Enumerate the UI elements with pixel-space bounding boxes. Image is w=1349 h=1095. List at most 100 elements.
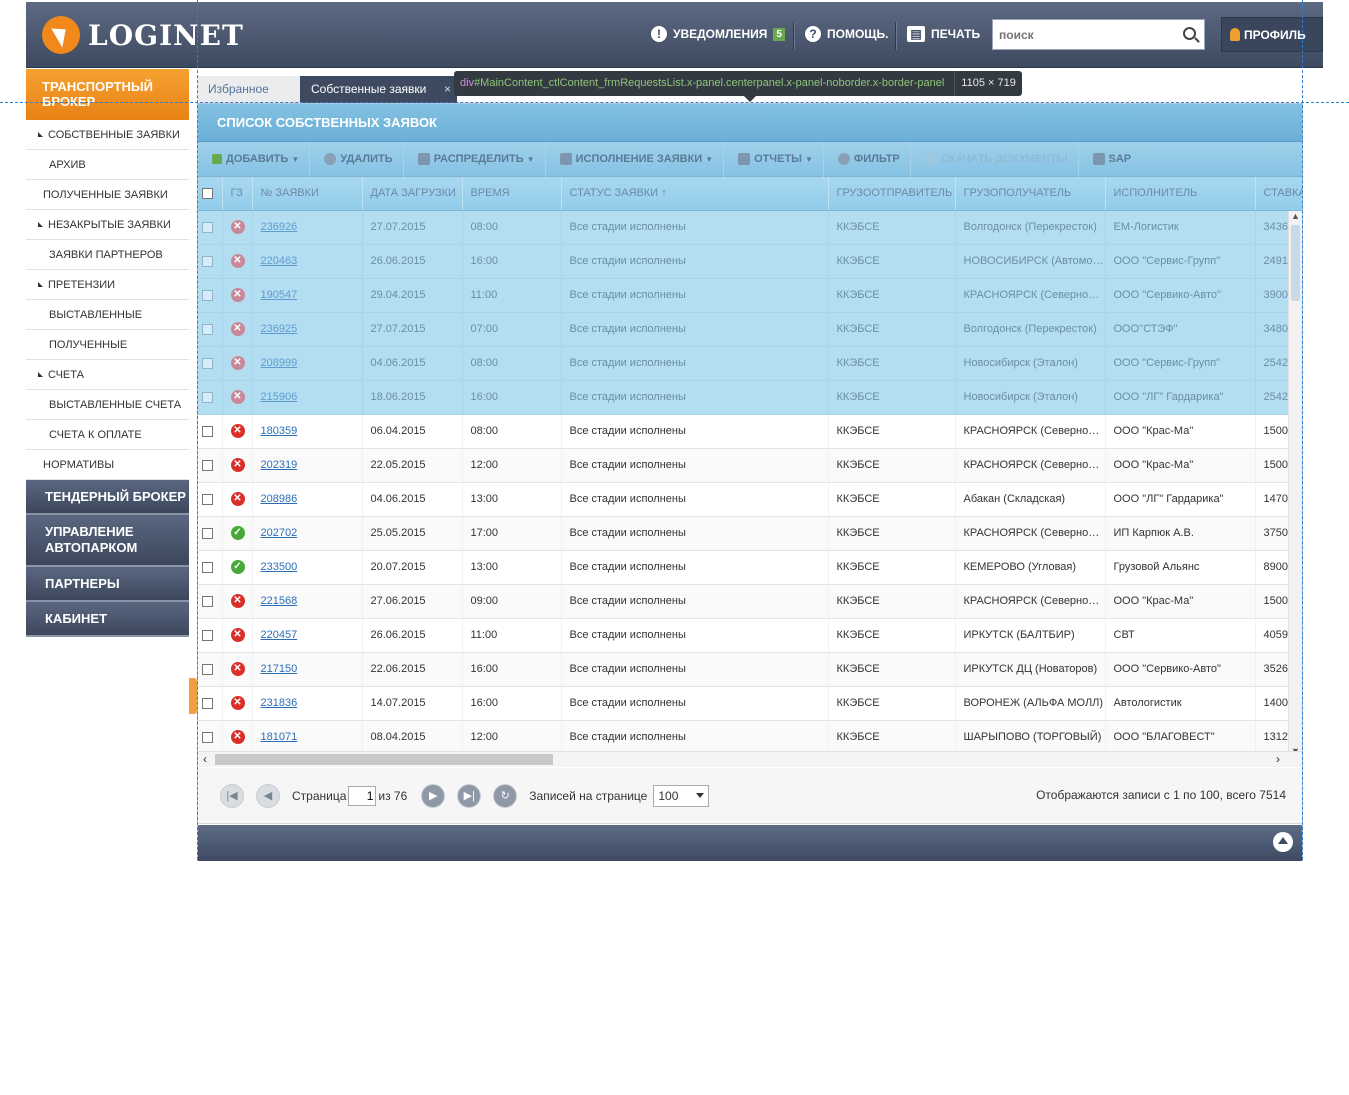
sidebar-head-transport-broker[interactable]: ТРАНСПОРТНЫЙ БРОКЕР — [26, 69, 189, 120]
request-number-link[interactable]: 217150 — [261, 663, 298, 675]
row-select-cell[interactable] — [198, 516, 223, 551]
row-checkbox[interactable] — [202, 289, 213, 301]
row-checkbox[interactable] — [202, 527, 213, 539]
execution-button[interactable]: ИСПОЛНЕНИЕ ЗАЯВКИ ▼ — [546, 141, 725, 177]
row-select-cell[interactable] — [198, 380, 223, 415]
table-row[interactable]: ✓ 233500 20.07.2015 13:00 Все стадии исполне… — [198, 550, 1302, 585]
delete-button[interactable]: УДАЛИТЬ — [310, 141, 404, 177]
row-select-cell[interactable] — [198, 686, 223, 721]
sidebar-item-received-requests[interactable]: ПОЛУЧЕННЫЕ ЗАЯВКИ — [26, 180, 189, 210]
table-row[interactable]: ✕ 220463 26.06.2015 16:00 Все стадии исполне… — [198, 244, 1302, 279]
scrollbar-thumb[interactable] — [1291, 225, 1300, 301]
page-number-input[interactable] — [348, 785, 377, 806]
distribute-button[interactable]: РАСПРЕДЕЛИТЬ ▼ — [404, 141, 546, 177]
profile-button[interactable]: ПРОФИЛЬ — [1221, 17, 1323, 52]
search-input[interactable] — [993, 20, 1173, 49]
sidebar-item-unclosed-requests[interactable]: НЕЗАКРЫТЫЕ ЗАЯВКИ — [26, 210, 189, 240]
request-number-link[interactable]: 180359 — [261, 425, 298, 437]
column-header-rate[interactable]: СТАВКА — [1255, 177, 1302, 211]
row-checkbox[interactable] — [202, 391, 213, 403]
table-row[interactable]: ✕ 221568 27.06.2015 09:00 Все стадии исполне… — [198, 584, 1302, 619]
request-number-link[interactable]: 233500 — [261, 561, 298, 573]
print-button[interactable]: ▤ ПЕЧАТЬ — [907, 26, 980, 42]
sidebar-item-received[interactable]: ПОЛУЧЕННЫЕ — [26, 330, 189, 360]
reports-button[interactable]: ОТЧЕТЫ ▼ — [724, 141, 824, 177]
request-number-link[interactable]: 220463 — [261, 255, 298, 267]
next-page-button[interactable]: ▶ — [421, 783, 446, 808]
request-number-link[interactable]: 215906 — [261, 391, 298, 403]
column-header-gz[interactable]: ГЗ — [222, 177, 253, 211]
sidebar-item-invoices[interactable]: СЧЕТА — [26, 360, 189, 390]
row-checkbox[interactable] — [202, 323, 213, 335]
sidebar-section-cabinet[interactable]: КАБИНЕТ — [26, 602, 189, 637]
scrollbar-thumb[interactable] — [215, 754, 553, 765]
row-checkbox[interactable] — [202, 255, 213, 267]
table-row[interactable]: ✕ 208999 04.06.2015 08:00 Все стадии исполне… — [198, 346, 1302, 381]
scroll-right-icon[interactable]: › — [1276, 752, 1280, 766]
sidebar-section-fleet-management[interactable]: УПРАВЛЕНИЕ АВТОПАРКОМ — [26, 515, 189, 567]
sidebar-item-partner-requests[interactable]: ЗАЯВКИ ПАРТНЕРОВ — [26, 240, 189, 270]
row-select-cell[interactable] — [198, 414, 223, 449]
first-page-button[interactable]: |◀ — [220, 783, 244, 808]
scroll-up-icon[interactable]: ▲ — [1291, 211, 1300, 221]
sidebar-item-issued[interactable]: ВЫСТАВЛЕННЫЕ — [26, 300, 189, 330]
request-number-link[interactable]: 220457 — [261, 629, 298, 641]
row-checkbox[interactable] — [202, 629, 213, 641]
row-select-cell[interactable] — [198, 652, 223, 687]
request-number-link[interactable]: 190547 — [261, 289, 298, 301]
notifications-button[interactable]: ! УВЕДОМЛЕНИЯ 5 — [651, 26, 785, 42]
column-header-executor[interactable]: ИСПОЛНИТЕЛЬ — [1105, 177, 1256, 211]
sidebar-item-own-requests[interactable]: СОБСТВЕННЫЕ ЗАЯВКИ — [26, 120, 189, 150]
prev-page-button[interactable]: ◀ — [256, 783, 280, 808]
table-row[interactable]: ✕ 217150 22.06.2015 16:00 Все стадии исполне… — [198, 652, 1302, 687]
help-button[interactable]: ? ПОМОЩЬ. — [805, 26, 888, 42]
close-icon[interactable]: × — [444, 76, 451, 103]
tab-favorites[interactable]: Избранное — [197, 76, 300, 103]
table-row[interactable]: ✕ 202319 22.05.2015 12:00 Все стадии исполне… — [198, 448, 1302, 483]
table-row[interactable]: ✕ 215906 18.06.2015 16:00 Все стадии исполне… — [198, 380, 1302, 415]
table-row[interactable]: ✕ 236926 27.07.2015 08:00 Все стадии исполне… — [198, 210, 1302, 245]
row-checkbox[interactable] — [202, 221, 213, 233]
sidebar-item-norms[interactable]: НОРМАТИВЫ — [26, 450, 189, 480]
sidebar-item-archive[interactable]: АРХИВ — [26, 150, 189, 180]
scroll-top-icon[interactable] — [1273, 832, 1293, 852]
row-checkbox[interactable] — [202, 459, 213, 471]
column-header-consignee[interactable]: ГРУЗОПОЛУЧАТЕЛЬ — [955, 177, 1106, 211]
request-number-link[interactable]: 202319 — [261, 459, 298, 471]
tab-own-requests[interactable]: Собственные заявки × — [300, 76, 457, 103]
refresh-button[interactable]: ↻ — [493, 783, 518, 808]
row-checkbox[interactable] — [202, 731, 213, 743]
column-header-shipper[interactable]: ГРУЗООТПРАВИТЕЛЬ — [828, 177, 956, 211]
sidebar-item-issued-invoices[interactable]: ВЫСТАВЛЕННЫЕ СЧЕТА — [26, 390, 189, 420]
table-row[interactable]: ✕ 231836 14.07.2015 16:00 Все стадии исполне… — [198, 686, 1302, 721]
column-header-status[interactable]: СТАТУС ЗАЯВКИ ↑ — [561, 177, 829, 211]
request-number-link[interactable]: 202702 — [261, 527, 298, 539]
row-checkbox[interactable] — [202, 595, 213, 607]
sidebar-section-partners[interactable]: ПАРТНЕРЫ — [26, 567, 189, 602]
row-checkbox[interactable] — [202, 663, 213, 675]
row-select-cell[interactable] — [198, 278, 223, 313]
table-row[interactable]: ✕ 236925 27.07.2015 07:00 Все стадии исполне… — [198, 312, 1302, 347]
per-page-select[interactable]: 100 — [653, 784, 710, 807]
sap-button[interactable]: SAP — [1079, 142, 1142, 177]
row-select-cell[interactable] — [198, 720, 223, 755]
request-number-link[interactable]: 208999 — [261, 357, 298, 369]
row-select-cell[interactable] — [198, 550, 223, 585]
row-checkbox[interactable] — [202, 697, 213, 709]
request-number-link[interactable]: 231836 — [261, 697, 298, 709]
table-row[interactable]: ✕ 208986 04.06.2015 13:00 Все стадии исполне… — [198, 482, 1302, 517]
select-all-checkbox[interactable] — [202, 187, 213, 199]
row-checkbox[interactable] — [202, 357, 213, 369]
add-button[interactable]: ДОБАВИТЬ ▼ — [198, 141, 311, 177]
row-select-cell[interactable] — [198, 482, 223, 517]
request-number-link[interactable]: 208986 — [261, 493, 298, 505]
filter-button[interactable]: ФИЛЬТР — [824, 141, 911, 177]
select-all-header[interactable] — [198, 177, 223, 211]
row-checkbox[interactable] — [202, 493, 213, 505]
vertical-scrollbar[interactable]: ▲ ▼ — [1288, 211, 1302, 756]
row-select-cell[interactable] — [198, 346, 223, 381]
row-select-cell[interactable] — [198, 618, 223, 653]
horizontal-scrollbar[interactable]: ‹ › — [198, 751, 1302, 767]
download-documents-button[interactable]: СКАЧАТЬ ДОКУМЕНТЫ — [911, 141, 1079, 177]
sidebar-section-tender-broker[interactable]: ТЕНДЕРНЫЙ БРОКЕР — [26, 480, 189, 515]
